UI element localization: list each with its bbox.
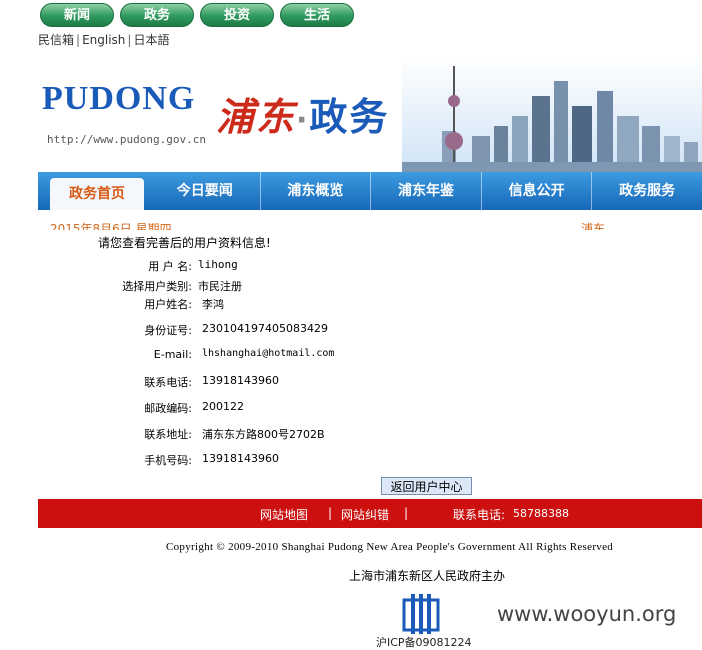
mailbox-link[interactable]: 民信箱 xyxy=(38,33,74,47)
nav-pudong-yearbook[interactable]: 浦东年鉴 xyxy=(371,172,482,210)
icp-number: 沪ICP备09081224 xyxy=(376,636,472,649)
sitemap-link[interactable]: 网站地图 xyxy=(260,506,308,523)
pudong-logo: PUDONG xyxy=(42,80,196,117)
copyright-text: Copyright © 2009-2010 Shanghai Pudong Ne… xyxy=(166,541,614,553)
government-emblem-icon xyxy=(402,594,440,634)
site-url: http://www.pudong.gov.cn xyxy=(47,133,206,146)
nav-info-disclosure[interactable]: 信息公开 xyxy=(482,172,593,210)
tab-news[interactable]: 新闻 xyxy=(40,3,114,27)
city-skyline-image xyxy=(402,56,702,172)
contact-phone: 58788388 xyxy=(513,507,569,520)
tab-life[interactable]: 生活 xyxy=(280,3,354,27)
header-banner: PUDONG http://www.pudong.gov.cn 浦东·政务 xyxy=(38,56,702,172)
english-link[interactable]: English xyxy=(82,33,125,47)
contact-phone-label: 联系电话: xyxy=(453,508,506,522)
banner-title-right: 政务 xyxy=(309,95,390,139)
field-id-number: 身份证号: 230104197405083429 xyxy=(144,322,328,337)
host-text: 上海市浦东新区人民政府主办 xyxy=(349,569,506,583)
footer-bar: 网站地图 | 网站纠错 | 联系电话: 58788388 xyxy=(38,499,702,528)
field-mobile: 手机号码: 13918143960 xyxy=(144,452,279,467)
language-links: 民信箱 | English | 日本語 xyxy=(38,33,170,47)
nav-gov-home[interactable]: 政务首页 xyxy=(50,178,144,210)
field-real-name: 用户姓名: 李鸿 xyxy=(144,298,224,311)
watermark: www.wooyun.org xyxy=(497,602,677,626)
nav-gov-services[interactable]: 政务服务 xyxy=(592,172,702,210)
main-nav: 政务首页 今日要闻 浦东概览 浦东年鉴 信息公开 政务服务 xyxy=(38,172,702,210)
footer-separator: | xyxy=(328,506,333,520)
field-address: 联系地址: 浦东东方路800号2702B xyxy=(144,428,325,441)
field-email: E-mail: lhshanghai@hotmail.com xyxy=(153,348,335,361)
field-user-type: 选择用户类别: 市民注册 xyxy=(122,280,242,293)
banner-title-left: 浦东 xyxy=(216,95,297,139)
subbar-right-text: 浦东... xyxy=(581,222,617,230)
banner-title: 浦东·政务 xyxy=(216,95,390,139)
field-postcode: 邮政编码: 200122 xyxy=(144,400,244,415)
nav-pudong-overview[interactable]: 浦东概览 xyxy=(261,172,372,210)
tab-investment[interactable]: 投资 xyxy=(200,3,274,27)
profile-notice: 请您查看完善后的用户资料信息! xyxy=(98,236,271,250)
japanese-link[interactable]: 日本語 xyxy=(133,33,169,47)
error-report-link[interactable]: 网站纠错 xyxy=(341,506,389,523)
tab-government[interactable]: 政务 xyxy=(120,3,194,27)
field-phone: 联系电话: 13918143960 xyxy=(144,374,279,389)
field-username: 用 户 名: lihong xyxy=(148,258,238,273)
top-tabs: 新闻 政务 投资 生活 xyxy=(40,3,354,27)
back-to-user-center-button[interactable]: 返回用户中心 xyxy=(381,477,472,495)
date-text: 2015年8月6日 星期四 xyxy=(50,222,172,230)
footer-separator-2: | xyxy=(404,506,409,520)
nav-today-news[interactable]: 今日要闻 xyxy=(150,172,261,210)
date-bar: 2015年8月6日 星期四 浦东... xyxy=(38,210,702,230)
